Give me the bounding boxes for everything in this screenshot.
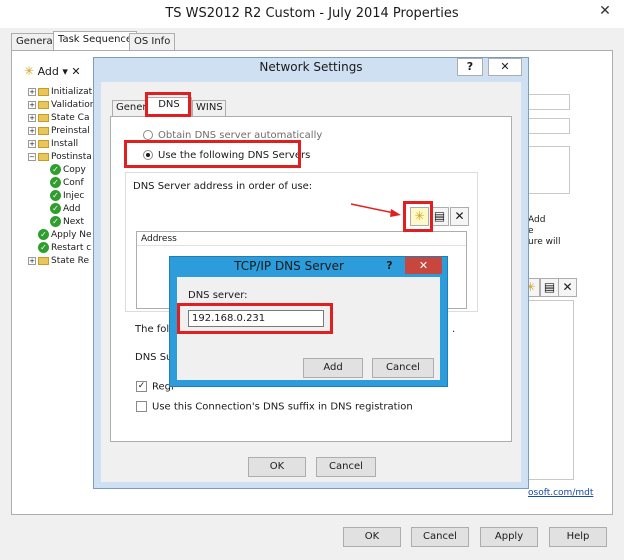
arrow-head	[390, 209, 401, 217]
arrow-annotation	[350, 203, 401, 217]
arrow-line	[350, 203, 395, 214]
